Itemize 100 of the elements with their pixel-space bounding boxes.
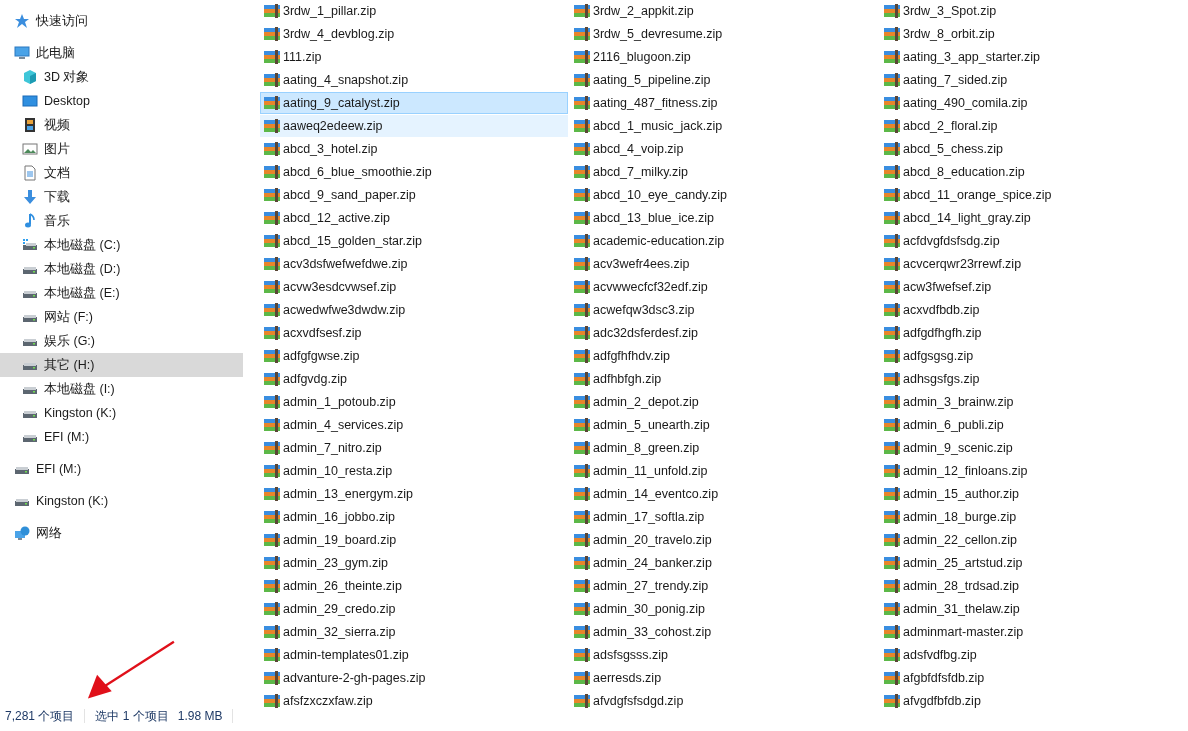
file-item[interactable]: aating_5_pipeline.zip (570, 69, 878, 91)
file-item[interactable]: acv3dsfwefwefdwe.zip (260, 253, 568, 275)
file-item[interactable]: acw3fwefsef.zip (880, 276, 1188, 298)
file-item[interactable]: admin_8_green.zip (570, 437, 878, 459)
file-item[interactable]: admin_28_trdsad.zip (880, 575, 1188, 597)
file-item[interactable]: admin_18_burge.zip (880, 506, 1188, 528)
nav-item[interactable]: 网络 (0, 521, 243, 545)
nav-item[interactable]: 文档 (0, 161, 243, 185)
file-item[interactable]: admin_19_board.zip (260, 529, 568, 551)
file-item[interactable]: acxvdfbdb.zip (880, 299, 1188, 321)
file-item[interactable]: abcd_2_floral.zip (880, 115, 1188, 137)
nav-item[interactable]: Kingston (K:) (0, 401, 243, 425)
file-item[interactable]: abcd_4_voip.zip (570, 138, 878, 160)
file-item[interactable]: aating_3_app_starter.zip (880, 46, 1188, 68)
nav-item[interactable]: 娱乐 (G:) (0, 329, 243, 353)
file-item[interactable]: 111.zip (260, 46, 568, 68)
nav-item[interactable]: 此电脑 (0, 41, 243, 65)
file-item[interactable]: admin_27_trendy.zip (570, 575, 878, 597)
file-item[interactable]: adhsgsfgs.zip (880, 368, 1188, 390)
file-item[interactable]: acwefqw3dsc3.zip (570, 299, 878, 321)
file-item[interactable]: admin_25_artstud.zip (880, 552, 1188, 574)
file-item[interactable]: 3rdw_2_appkit.zip (570, 0, 878, 22)
file-item[interactable]: admin_2_depot.zip (570, 391, 878, 413)
nav-item[interactable]: 本地磁盘 (I:) (0, 377, 243, 401)
file-item[interactable]: abcd_11_orange_spice.zip (880, 184, 1188, 206)
file-item[interactable]: admin_1_potoub.zip (260, 391, 568, 413)
file-item[interactable]: afgbfdfsfdb.zip (880, 667, 1188, 689)
file-item[interactable]: abcd_6_blue_smoothie.zip (260, 161, 568, 183)
file-item[interactable]: abcd_7_milky.zip (570, 161, 878, 183)
file-item[interactable]: admin_23_gym.zip (260, 552, 568, 574)
file-item[interactable]: admin_30_ponig.zip (570, 598, 878, 620)
file-item[interactable]: admin_17_softla.zip (570, 506, 878, 528)
file-item[interactable]: admin_22_cellon.zip (880, 529, 1188, 551)
file-item[interactable]: abcd_3_hotel.zip (260, 138, 568, 160)
file-item[interactable]: aaweq2edeew.zip (260, 115, 568, 137)
file-item[interactable]: admin-templates01.zip (260, 644, 568, 666)
file-item[interactable]: abcd_8_education.zip (880, 161, 1188, 183)
file-item[interactable]: advanture-2-gh-pages.zip (260, 667, 568, 689)
file-item[interactable]: afvdgfsfsdgd.zip (570, 690, 878, 712)
file-item[interactable]: 2116_blugoon.zip (570, 46, 878, 68)
file-item[interactable]: aating_487_fitness.zip (570, 92, 878, 114)
file-item[interactable]: afsfzxczxfaw.zip (260, 690, 568, 712)
nav-item[interactable]: EFI (M:) (0, 457, 243, 481)
file-item[interactable]: adfgdfhgfh.zip (880, 322, 1188, 344)
nav-item[interactable]: 音乐 (0, 209, 243, 233)
file-item[interactable]: adfhbfgh.zip (570, 368, 878, 390)
file-item[interactable]: admin_24_banker.zip (570, 552, 878, 574)
nav-item[interactable]: 本地磁盘 (C:) (0, 233, 243, 257)
file-item[interactable]: aating_490_comila.zip (880, 92, 1188, 114)
file-item[interactable]: abcd_12_active.zip (260, 207, 568, 229)
file-item[interactable]: acxvdfsesf.zip (260, 322, 568, 344)
file-item[interactable]: admin_31_thelaw.zip (880, 598, 1188, 620)
file-item[interactable]: adfgvdg.zip (260, 368, 568, 390)
nav-item[interactable]: EFI (M:) (0, 425, 243, 449)
file-item[interactable]: 3rdw_3_Spot.zip (880, 0, 1188, 22)
file-item[interactable]: admin_7_nitro.zip (260, 437, 568, 459)
file-item[interactable]: admin_16_jobbo.zip (260, 506, 568, 528)
file-item[interactable]: 3rdw_1_pillar.zip (260, 0, 568, 22)
file-item[interactable]: abcd_13_blue_ice.zip (570, 207, 878, 229)
file-item[interactable]: admin_32_sierra.zip (260, 621, 568, 643)
file-item[interactable]: admin_5_unearth.zip (570, 414, 878, 436)
nav-item[interactable]: 本地磁盘 (D:) (0, 257, 243, 281)
file-item[interactable]: acvcerqwr23rrewf.zip (880, 253, 1188, 275)
file-item[interactable]: admin_9_scenic.zip (880, 437, 1188, 459)
file-item[interactable]: acvwwecfcf32edf.zip (570, 276, 878, 298)
file-item[interactable]: acwedwfwe3dwdw.zip (260, 299, 568, 321)
nav-item[interactable]: 3D 对象 (0, 65, 243, 89)
nav-item[interactable]: 图片 (0, 137, 243, 161)
file-item[interactable]: abcd_15_golden_star.zip (260, 230, 568, 252)
file-item[interactable]: academic-education.zip (570, 230, 878, 252)
nav-item[interactable]: 本地磁盘 (E:) (0, 281, 243, 305)
file-item[interactable]: 3rdw_8_orbit.zip (880, 23, 1188, 45)
file-item[interactable]: adfgfgwse.zip (260, 345, 568, 367)
file-item[interactable]: 3rdw_5_devresume.zip (570, 23, 878, 45)
file-item[interactable]: admin_33_cohost.zip (570, 621, 878, 643)
file-item[interactable]: acvw3esdcvwsef.zip (260, 276, 568, 298)
file-item[interactable]: adc32dsferdesf.zip (570, 322, 878, 344)
file-item[interactable]: abcd_5_chess.zip (880, 138, 1188, 160)
file-item[interactable]: adfgsgsg.zip (880, 345, 1188, 367)
file-item[interactable]: admin_13_energym.zip (260, 483, 568, 505)
file-item[interactable]: admin_15_author.zip (880, 483, 1188, 505)
file-item[interactable]: admin_29_credo.zip (260, 598, 568, 620)
file-item[interactable]: afvgdfbfdb.zip (880, 690, 1188, 712)
file-item[interactable]: admin_10_resta.zip (260, 460, 568, 482)
file-item[interactable]: admin_20_travelo.zip (570, 529, 878, 551)
file-item[interactable]: adsfsgsss.zip (570, 644, 878, 666)
file-item[interactable]: abcd_14_light_gray.zip (880, 207, 1188, 229)
file-item[interactable]: admin_11_unfold.zip (570, 460, 878, 482)
nav-item[interactable]: Kingston (K:) (0, 489, 243, 513)
nav-item[interactable]: 其它 (H:) (0, 353, 243, 377)
file-item[interactable]: acfdvgfdsfsdg.zip (880, 230, 1188, 252)
file-item[interactable]: adsfvdfbg.zip (880, 644, 1188, 666)
file-item[interactable]: adfgfhfhdv.zip (570, 345, 878, 367)
nav-item[interactable]: 快速访问 (0, 9, 243, 33)
nav-item[interactable]: 视频 (0, 113, 243, 137)
file-item[interactable]: admin_14_eventco.zip (570, 483, 878, 505)
file-item[interactable]: aating_7_sided.zip (880, 69, 1188, 91)
file-item[interactable]: abcd_1_music_jack.zip (570, 115, 878, 137)
nav-item[interactable]: 下载 (0, 185, 243, 209)
file-item[interactable]: admin_12_finloans.zip (880, 460, 1188, 482)
